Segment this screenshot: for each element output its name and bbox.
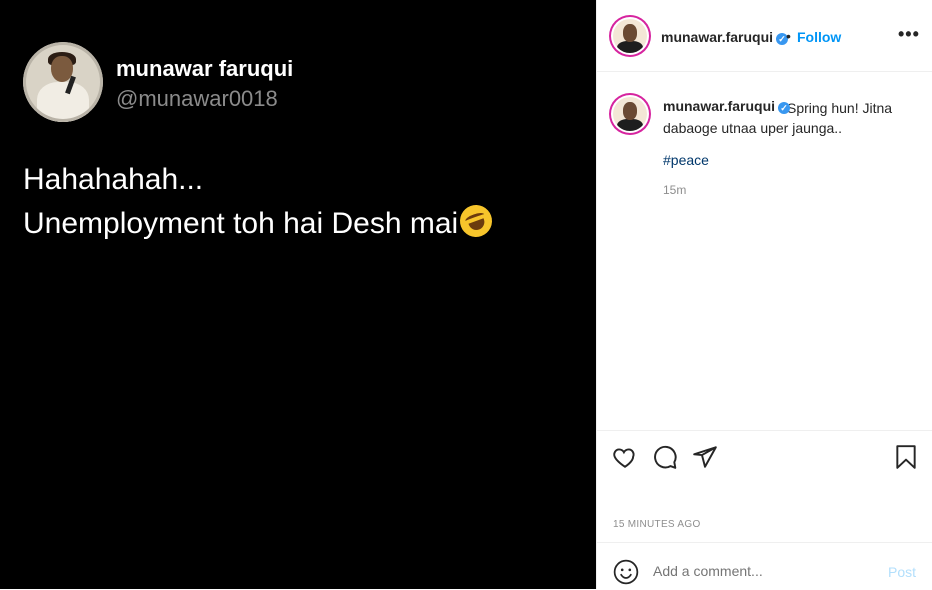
post-image[interactable]: munawar faruqui @munawar0018 Hahahahah..… xyxy=(0,0,596,589)
caption-avatar[interactable] xyxy=(613,97,647,131)
caption-username-text[interactable]: munawar.faruqui xyxy=(663,98,775,114)
header-separator: • xyxy=(786,28,791,44)
tweet-line-1: Hahahahah... xyxy=(23,163,204,196)
post-side-panel: munawar.faruqui ✓ • Follow ••• Spring hun… xyxy=(596,0,932,589)
heart-icon[interactable] xyxy=(612,444,638,470)
rolling-laughing-emoji-icon xyxy=(455,200,497,242)
post-header: munawar.faruqui ✓ • Follow ••• xyxy=(597,0,932,72)
hashtag-link[interactable]: #peace xyxy=(663,152,709,168)
caption-age: 15m xyxy=(663,183,687,197)
tweet-text: Hahahahah... Unemployment toh hai Desh m… xyxy=(23,158,497,246)
tweet-line-2-text: Unemployment toh hai Desh mai xyxy=(23,207,459,240)
share-icon[interactable] xyxy=(692,444,718,470)
tweet-handle: @munawar0018 xyxy=(116,86,278,111)
comment-icon[interactable] xyxy=(652,444,678,470)
comment-bar: Post xyxy=(597,542,932,589)
follow-button[interactable]: Follow xyxy=(797,29,841,45)
post-timestamp: 15 MINUTES AGO xyxy=(613,519,701,530)
header-avatar[interactable] xyxy=(613,19,647,53)
caption-username[interactable]: munawar.faruqui ✓ xyxy=(663,98,791,114)
bookmark-icon[interactable] xyxy=(893,444,919,470)
header-username[interactable]: munawar.faruqui ✓ xyxy=(661,29,789,45)
tweet-avatar xyxy=(23,42,103,122)
post-comment-button[interactable]: Post xyxy=(888,564,916,580)
caption-verified-badge-icon: ✓ xyxy=(778,102,791,114)
comment-input[interactable] xyxy=(653,563,873,579)
tweet-display-name: munawar faruqui xyxy=(116,56,294,81)
more-options-icon[interactable]: ••• xyxy=(898,24,920,45)
emoji-picker-icon[interactable] xyxy=(613,559,639,585)
header-username-text[interactable]: munawar.faruqui xyxy=(661,29,773,45)
tweet-line-2: Unemployment toh hai Desh mai xyxy=(23,200,497,246)
action-bar xyxy=(597,430,932,482)
